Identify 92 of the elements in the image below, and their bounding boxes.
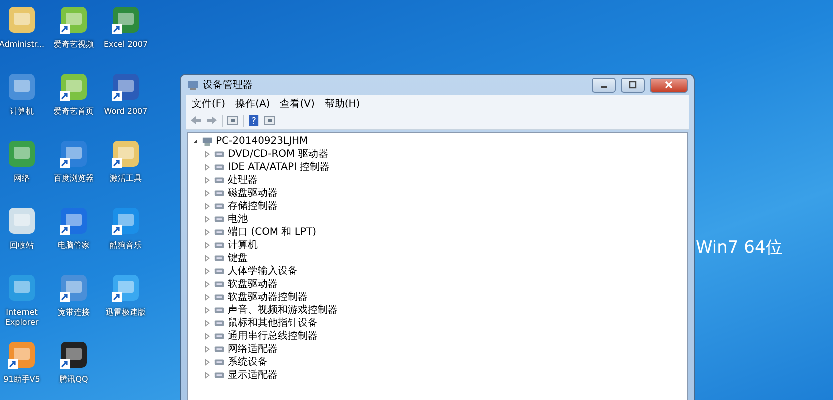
tree-item[interactable]: 显示适配器 [228, 369, 278, 382]
maximize-button[interactable] [621, 78, 645, 92]
expand-toggle-icon[interactable] [204, 333, 211, 340]
app-icon[interactable] [110, 71, 142, 103]
computer-icon [202, 136, 213, 147]
expand-toggle-icon[interactable] [204, 229, 211, 236]
expand-toggle-icon[interactable] [204, 255, 211, 262]
close-button[interactable] [650, 78, 688, 92]
expand-toggle-icon[interactable] [204, 320, 211, 327]
icon-label: 腾讯QQ [58, 375, 90, 385]
tree-item[interactable]: 系统设备 [228, 356, 268, 369]
icon-label: 计算机 [9, 107, 35, 117]
tree-item[interactable]: DVD/CD-ROM 驱动器 [228, 148, 328, 161]
menu-item[interactable]: 文件(F) [192, 96, 226, 110]
device-icon [214, 318, 225, 329]
view-icon[interactable] [264, 115, 276, 126]
expand-toggle-icon[interactable] [204, 151, 211, 158]
menu-item[interactable]: 操作(A) [236, 96, 270, 110]
device-icon [214, 370, 225, 381]
tree-item[interactable]: IDE ATA/ATAPI 控制器 [228, 161, 330, 174]
icon-label: 迅雷极速版 [105, 308, 147, 318]
expand-toggle-icon[interactable] [204, 268, 211, 275]
tree-item[interactable]: 处理器 [228, 174, 258, 187]
expand-toggle-icon[interactable] [204, 372, 211, 379]
icon-label: 爱奇艺首页 [53, 107, 95, 117]
expand-toggle-icon[interactable] [204, 164, 211, 171]
icon-label: 网络 [13, 174, 31, 184]
device-icon [214, 331, 225, 342]
expand-toggle-icon[interactable] [204, 190, 211, 197]
icon-label: 宽带连接 [57, 308, 91, 318]
expand-toggle-icon[interactable] [204, 359, 211, 366]
expand-toggle-icon[interactable] [204, 203, 211, 210]
tree-item[interactable]: 软盘驱动器 [228, 278, 278, 291]
expand-toggle-icon[interactable] [204, 346, 211, 353]
forward-arrow-icon[interactable] [206, 115, 218, 126]
expand-toggle-icon[interactable] [204, 242, 211, 249]
menu-item[interactable]: 帮助(H) [324, 96, 360, 110]
help-icon[interactable] [248, 115, 260, 126]
device-icon [214, 149, 225, 160]
expand-toggle-icon[interactable] [192, 138, 199, 145]
tree-item[interactable]: 软盘驱动器控制器 [228, 291, 308, 304]
expand-toggle-icon[interactable] [204, 216, 211, 223]
window-title: 设备管理器 [203, 79, 253, 92]
properties-icon[interactable] [227, 115, 239, 126]
device-icon [214, 201, 225, 212]
icon-label: 酷狗音乐 [109, 241, 143, 251]
device-icon [214, 253, 225, 264]
icon-label: Internet Explorer [4, 308, 40, 328]
icon-label: 百度浏览器 [53, 174, 95, 184]
app-icon[interactable] [58, 339, 90, 371]
device-icon [214, 279, 225, 290]
close-icon [664, 81, 674, 89]
tree-item[interactable]: 人体学输入设备 [228, 265, 298, 278]
expand-toggle-icon[interactable] [204, 177, 211, 184]
wallpaper-text: Win7 64位 [696, 237, 783, 259]
menu-item[interactable]: 查看(V) [280, 96, 315, 110]
maximize-icon [628, 81, 638, 89]
device-icon [214, 227, 225, 238]
tree-item[interactable]: 网络适配器 [228, 343, 278, 356]
computer-icon [187, 79, 199, 91]
tree-item[interactable]: 鼠标和其他指针设备 [228, 317, 318, 330]
tree-item[interactable]: 通用串行总线控制器 [228, 330, 318, 343]
icon-label: Word 2007 [103, 107, 149, 117]
device-icon [214, 292, 225, 303]
expand-toggle-icon[interactable] [204, 281, 211, 288]
icon-label: 回收站 [9, 241, 35, 251]
device-icon [214, 214, 225, 225]
device-icon [214, 188, 225, 199]
device-icon [214, 266, 225, 277]
expand-toggle-icon[interactable] [204, 294, 211, 301]
minimize-button[interactable] [592, 78, 616, 92]
tree-item[interactable]: 声音、视频和游戏控制器 [228, 304, 338, 317]
device-icon [214, 162, 225, 173]
icon-label: 爱奇艺视频 [53, 40, 95, 50]
icon-label: Excel 2007 [102, 40, 150, 50]
device-icon [214, 344, 225, 355]
expand-toggle-icon[interactable] [204, 307, 211, 314]
device-icon [214, 175, 225, 186]
back-arrow-icon[interactable] [190, 115, 202, 126]
tree-item[interactable]: 磁盘驱动器 [228, 187, 278, 200]
tree-item[interactable]: 端口 (COM 和 LPT) [228, 226, 317, 239]
tree-item[interactable]: 计算机 [228, 239, 258, 252]
icon-label: 电脑管家 [57, 241, 91, 251]
tree-item[interactable]: 电池 [228, 213, 248, 226]
tree-item[interactable]: 键盘 [228, 252, 248, 265]
icon-label: 激活工具 [109, 174, 143, 184]
tree-item[interactable]: PC-20140923LJHM [216, 135, 308, 148]
icon-label: 91助手V5 [2, 375, 42, 385]
device-icon [214, 240, 225, 251]
device-icon [214, 357, 225, 368]
device-icon [214, 305, 225, 316]
tree-item[interactable]: 存储控制器 [228, 200, 278, 213]
